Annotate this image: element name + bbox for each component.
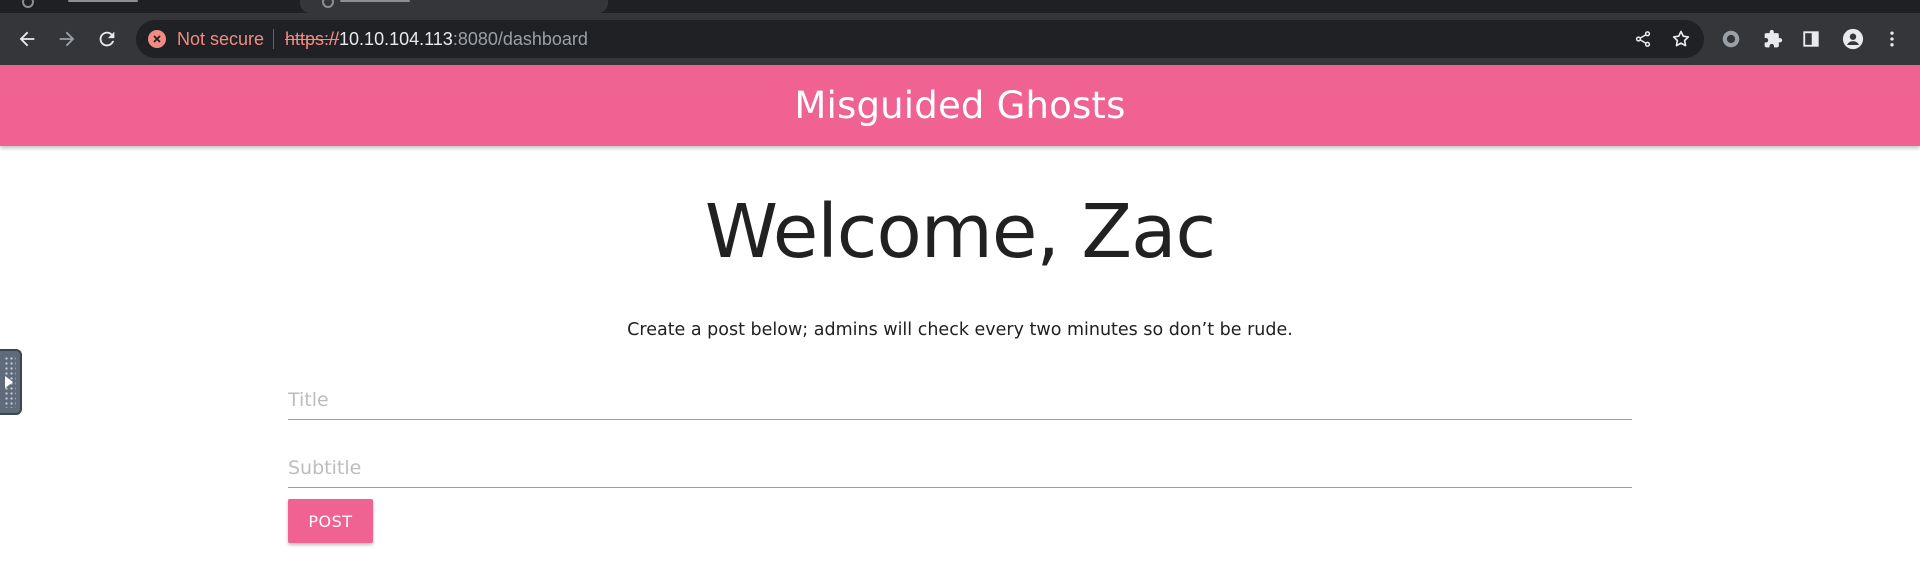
url-text[interactable]: https://10.10.104.113:8080/dashboard (285, 29, 588, 50)
post-button[interactable]: POST (288, 499, 373, 543)
instructions-text: Create a post below; admins will check e… (627, 320, 1293, 340)
reload-button[interactable] (92, 24, 122, 54)
profile-icon (1842, 28, 1864, 50)
extensions-button[interactable] (1760, 26, 1786, 52)
title-input[interactable] (288, 380, 1632, 420)
tab-favicon-icon (322, 0, 334, 8)
profile-button[interactable] (1840, 26, 1866, 52)
back-button[interactable] (12, 24, 42, 54)
address-bar[interactable]: Not secure https://10.10.104.113:8080/da… (136, 20, 1704, 58)
play-icon (5, 376, 13, 388)
tab-title-stub (68, 0, 138, 2)
reload-icon (99, 31, 115, 47)
star-icon (1672, 30, 1690, 47)
share-button[interactable] (1631, 27, 1655, 51)
bookmark-button[interactable] (1669, 27, 1693, 51)
browser-tab[interactable] (0, 0, 300, 13)
tab-strip (0, 0, 1920, 13)
app-title: Misguided Ghosts (794, 84, 1126, 127)
arrow-left-icon (19, 31, 35, 47)
side-panel-button[interactable] (1798, 26, 1824, 52)
kebab-menu-icon (1890, 31, 1894, 47)
security-label[interactable]: Not secure (177, 29, 264, 50)
url-host: 10.10.104.113 (339, 29, 453, 49)
app-header: Misguided Ghosts (0, 65, 1920, 146)
url-scheme: https:// (285, 29, 340, 49)
not-secure-icon[interactable] (148, 30, 166, 48)
circle-extension-icon (1722, 30, 1740, 48)
browser-toolbar: Not secure https://10.10.104.113:8080/da… (0, 13, 1920, 65)
welcome-heading: Welcome, Zac (704, 189, 1216, 275)
browser-tab-active[interactable] (300, 0, 608, 13)
tab-favicon-icon (22, 0, 34, 8)
tab-title-stub (340, 0, 410, 2)
arrow-right-icon (59, 31, 75, 47)
forward-button[interactable] (52, 24, 82, 54)
subtitle-input[interactable] (288, 448, 1632, 488)
side-drawer-handle[interactable] (0, 349, 22, 415)
share-icon (1635, 31, 1651, 47)
extension-button[interactable] (1718, 26, 1744, 52)
url-path: :8080/dashboard (452, 29, 588, 49)
menu-button[interactable] (1879, 26, 1905, 52)
side-panel-icon (1803, 31, 1819, 47)
puzzle-icon (1764, 29, 1783, 48)
divider (273, 29, 274, 49)
